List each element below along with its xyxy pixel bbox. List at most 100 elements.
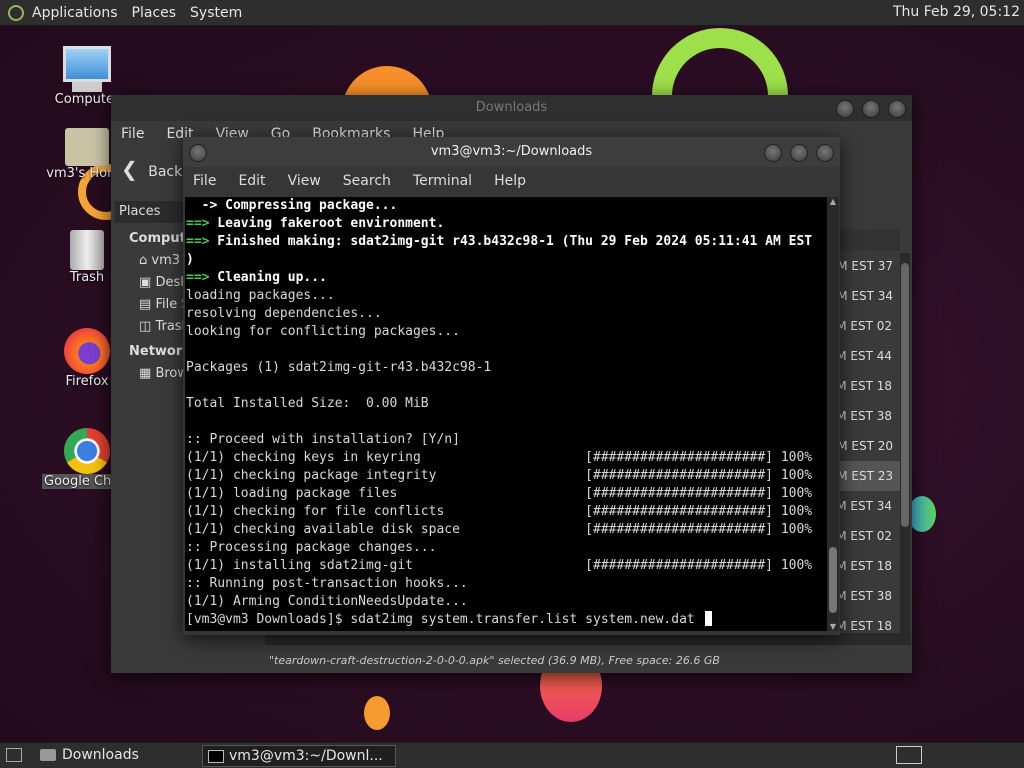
back-button[interactable]: ❮ Back [121, 157, 182, 181]
computer-icon [63, 46, 111, 82]
menu-help[interactable]: Help [494, 173, 526, 189]
wallpaper-blob [908, 496, 936, 532]
terminal-line-text: (1/1) Arming ConditionNeedsUpdate... [186, 594, 468, 609]
back-arrow-icon: ❮ [121, 157, 138, 181]
drive-icon: ▤ [139, 297, 152, 312]
menu-file[interactable]: File [193, 173, 216, 189]
window-menu-button[interactable] [189, 144, 207, 162]
close-button[interactable] [816, 144, 834, 162]
network-icon: ▦ [139, 366, 152, 381]
terminal-prompt: [vm3@vm3 Downloads]$ sdat2img system.tra… [186, 612, 703, 627]
menu-edit[interactable]: Edit [238, 173, 265, 189]
terminal-line: looking for conflicting packages... [185, 323, 827, 341]
trash-icon [70, 230, 104, 270]
bottom-taskbar: Downloads vm3@vm3:~/Downl... [0, 742, 1024, 768]
desktop: Applications Places System Thu Feb 29, 0… [0, 0, 1024, 768]
terminal-line: ) [185, 251, 827, 269]
terminal-line: (1/1) loading package files [###########… [185, 485, 827, 503]
places-menu[interactable]: Places [132, 5, 177, 21]
terminal-scrollbar[interactable]: ▲ ▼ [827, 197, 839, 631]
terminal-line: resolving dependencies... [185, 305, 827, 323]
terminal-line: -> Compressing package... [185, 197, 827, 215]
terminal-line-prefix: ==> [186, 234, 210, 249]
show-desktop-icon[interactable] [6, 748, 22, 762]
terminal-line-text: Total Installed Size: 0.00 MiB [186, 396, 429, 411]
menu-terminal[interactable]: Terminal [413, 173, 472, 189]
applications-menu[interactable]: Applications [32, 5, 118, 21]
terminal-line: :: Processing package changes... [185, 539, 827, 557]
terminal-line: Total Installed Size: 0.00 MiB [185, 395, 827, 413]
terminal-line: ==> Finished making: sdat2img-git r43.b4… [185, 233, 827, 251]
maximize-button[interactable] [862, 100, 880, 118]
terminal-line: (1/1) checking keys in keyring [########… [185, 449, 827, 467]
terminal-line: (1/1) checking package integrity [######… [185, 467, 827, 485]
terminal-line-text: (1/1) loading package files [###########… [186, 486, 813, 501]
minimize-button[interactable] [836, 100, 854, 118]
terminal-output[interactable]: -> Compressing package... ==> Leaving fak… [185, 197, 827, 631]
terminal-line-text: :: Processing package changes... [186, 540, 437, 555]
home-icon: ⌂ [139, 253, 148, 268]
terminal-line: Packages (1) sdat2img-git-r43.b432c98-1 [185, 359, 827, 377]
minimize-button[interactable] [764, 144, 782, 162]
file-manager-titlebar[interactable]: Downloads [111, 95, 912, 121]
terminal-line-prefix: ==> [186, 216, 210, 231]
terminal-line: (1/1) Arming ConditionNeedsUpdate... [185, 593, 827, 611]
terminal-line-text: (1/1) checking for file conflicts [#####… [186, 504, 813, 519]
task-terminal[interactable]: vm3@vm3:~/Downl... [202, 745, 396, 767]
menu-view[interactable]: View [288, 173, 321, 189]
desktop-icon-label: Trash [69, 270, 105, 285]
terminal-line: :: Proceed with installation? [Y/n] [185, 431, 827, 449]
terminal-line-text: loading packages... [186, 288, 335, 303]
system-menu[interactable]: System [190, 5, 242, 21]
text-cursor [704, 611, 712, 626]
chrome-icon [64, 428, 110, 474]
terminal-menubar: File Edit View Search Terminal Help [183, 167, 840, 195]
terminal-line-text: -> Compressing package... [186, 198, 398, 213]
menu-file[interactable]: File [121, 126, 144, 142]
clock[interactable]: Thu Feb 29, 05:12 [893, 4, 1020, 20]
desktop-icon-label: Firefox [65, 374, 109, 389]
terminal-line-prefix: ==> [186, 270, 210, 285]
distro-logo-icon[interactable] [8, 4, 24, 21]
home-folder-icon [65, 128, 109, 166]
terminal-prompt-line[interactable]: [vm3@vm3 Downloads]$ sdat2img system.tra… [185, 611, 827, 629]
wallpaper-blob [364, 696, 390, 730]
terminal-line-text: ) [186, 252, 194, 267]
terminal-line: :: Running post-transaction hooks... [185, 575, 827, 593]
terminal-line-text: Packages (1) sdat2img-git-r43.b432c98-1 [186, 360, 492, 375]
trash-icon: ◫ [139, 319, 152, 334]
terminal-line-text: looking for conflicting packages... [186, 324, 460, 339]
status-text: "teardown-craft-destruction-2-0-0-0.apk"… [269, 654, 720, 667]
status-bar: "teardown-craft-destruction-2-0-0-0.apk"… [269, 651, 909, 671]
scrollbar-thumb[interactable] [829, 547, 837, 613]
terminal-line-text: (1/1) checking keys in keyring [########… [186, 450, 813, 465]
terminal-line-text: (1/1) checking available disk space [###… [186, 522, 813, 537]
terminal-line: (1/1) checking for file conflicts [#####… [185, 503, 827, 521]
terminal-line: (1/1) installing sdat2img-git [#########… [185, 557, 827, 575]
terminal-titlebar[interactable]: vm3@vm3:~/Downloads [183, 137, 840, 167]
terminal-line: loading packages... [185, 287, 827, 305]
terminal-icon [208, 750, 224, 763]
terminal-line-text: :: Running post-transaction hooks... [186, 576, 468, 591]
workspace-switcher[interactable] [896, 746, 922, 764]
scrollbar-thumb[interactable] [901, 263, 909, 527]
terminal-line-text: resolving dependencies... [186, 306, 382, 321]
scroll-up-arrow-icon[interactable]: ▲ [827, 197, 839, 206]
terminal-line: (1/1) checking available disk space [###… [185, 521, 827, 539]
terminal-line-text: Finished making: sdat2img-git r43.b432c9… [209, 234, 813, 249]
desktop-icon: ▣ [139, 275, 152, 290]
file-list-scrollbar[interactable] [900, 253, 910, 641]
top-panel: Applications Places System Thu Feb 29, 0… [0, 0, 1024, 26]
terminal-line: ==> Leaving fakeroot environment. [185, 215, 827, 233]
maximize-button[interactable] [790, 144, 808, 162]
terminal-line: ==> Cleaning up... [185, 269, 827, 287]
task-downloads[interactable]: Downloads [36, 745, 222, 765]
menu-search[interactable]: Search [343, 173, 391, 189]
terminal-line-text: :: Proceed with installation? [Y/n] [186, 432, 460, 447]
terminal-title: vm3@vm3:~/Downloads [430, 144, 593, 159]
close-button[interactable] [888, 100, 906, 118]
scroll-down-arrow-icon[interactable]: ▼ [827, 622, 839, 631]
terminal-line-text: (1/1) checking package integrity [######… [186, 468, 813, 483]
